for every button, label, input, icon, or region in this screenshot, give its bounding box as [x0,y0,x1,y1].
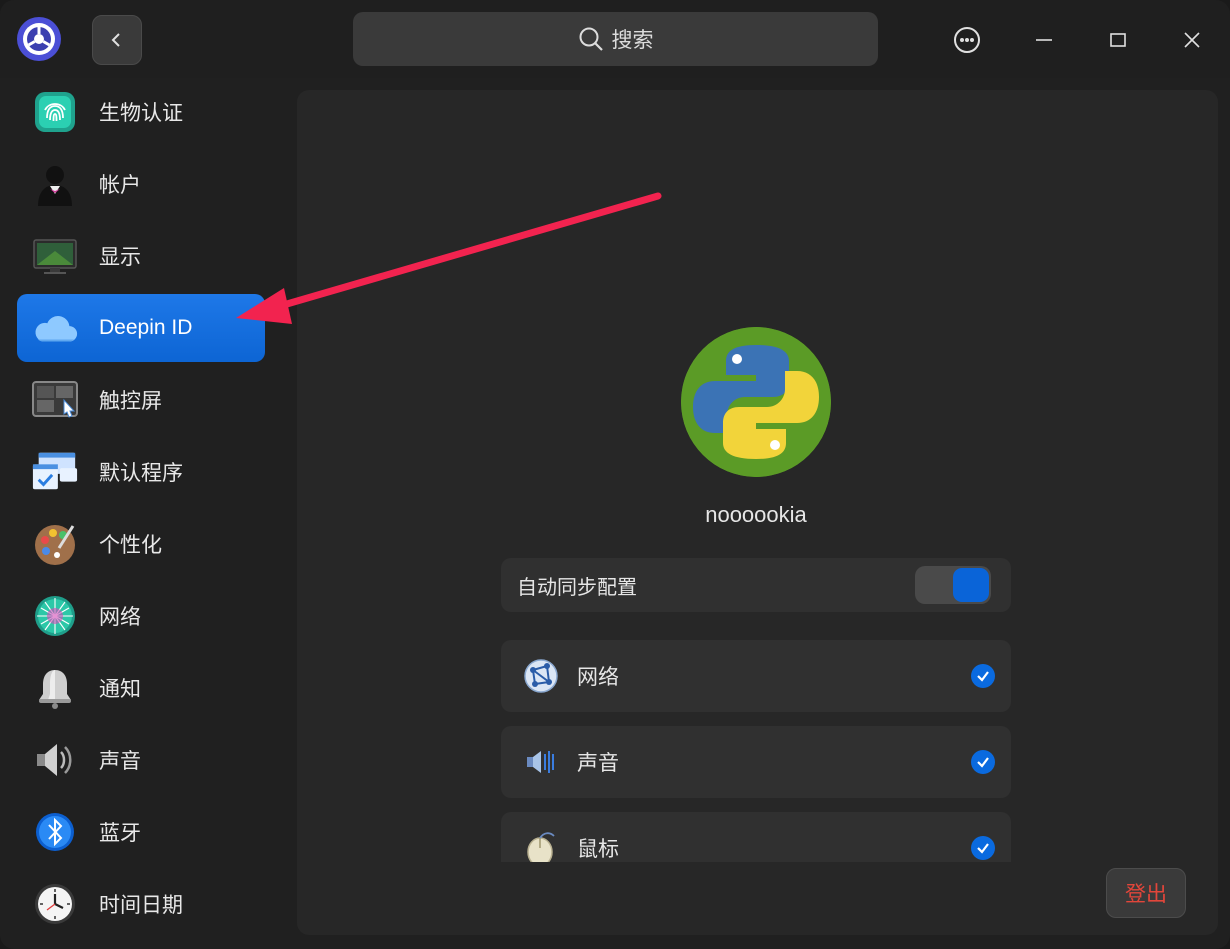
maximize-button[interactable] [1098,20,1138,60]
sync-item-sound[interactable]: 声音 [501,726,1011,798]
auto-sync-toggle[interactable] [915,566,991,604]
sync-items-list: 网络 声音 鼠标 [501,640,1011,862]
checkmark-icon[interactable] [971,836,995,860]
sidebar-item-bluetooth[interactable]: 蓝牙 [17,798,265,866]
sidebar-item-deepin-id[interactable]: Deepin ID [17,294,265,362]
auto-sync-row: 自动同步配置 [501,558,1011,612]
more-button[interactable] [947,20,987,60]
sync-item-mouse[interactable]: 鼠标 [501,812,1011,862]
account-icon [31,160,79,208]
back-icon [111,33,120,47]
auto-sync-label: 自动同步配置 [517,576,637,599]
control-center-icon [16,16,62,62]
title-bar: 搜索 [0,0,1230,78]
more-icon [954,27,980,53]
deepin-id-panel: noooookia 自动同步配置 网络 声音 鼠标 登出 [297,90,1218,935]
fingerprint-icon [31,88,79,136]
minimize-icon [1036,39,1052,41]
sidebar-item-biometric[interactable]: 生物认证 [17,78,265,146]
logout-button[interactable]: 登出 [1106,868,1186,918]
search-input[interactable]: 搜索 [353,12,878,66]
network-sync-icon [521,656,561,696]
sidebar-item-default-apps[interactable]: 默认程序 [17,438,265,506]
avatar[interactable] [681,327,831,477]
speaker-icon [31,736,79,784]
checkmark-icon[interactable] [971,750,995,774]
close-button[interactable] [1172,20,1212,60]
search-placeholder: 搜索 [611,29,654,52]
sidebar-item-personalization[interactable]: 个性化 [17,510,265,578]
network-icon [31,592,79,640]
display-icon [31,232,79,280]
checkmark-icon[interactable] [971,664,995,688]
toggle-knob [953,568,989,602]
cloud-icon [31,304,79,352]
sidebar-item-label: 时间日期 [99,894,183,917]
sync-item-label: 声音 [577,752,619,775]
touchscreen-icon [31,376,79,424]
close-icon [1184,32,1200,48]
minimize-button[interactable] [1024,20,1064,60]
default-apps-icon [31,448,79,496]
username: noooookia [705,502,807,527]
sidebar-item-datetime[interactable]: 时间日期 [17,870,265,938]
maximize-icon [1110,33,1126,47]
sidebar-item-sound[interactable]: 声音 [17,726,265,794]
sync-item-network[interactable]: 网络 [501,640,1011,712]
sidebar-item-label: 默认程序 [99,462,183,485]
sidebar: 生物认证 帐户 显示 Deepin ID 触控屏 默认程序 个性化 网络 通知 … [0,78,282,949]
sidebar-item-label: 触控屏 [99,390,162,413]
sidebar-item-label: 个性化 [99,534,162,557]
control-center-window: 搜索 生物认证 帐户 显示 Deepin ID 触控屏 默认程序 个性化 网络 … [0,0,1230,949]
search-icon [579,27,603,51]
sync-item-label: 网络 [577,666,619,689]
sidebar-item-account[interactable]: 帐户 [17,150,265,218]
palette-icon [31,520,79,568]
mouse-sync-icon [521,828,561,862]
sidebar-item-network[interactable]: 网络 [17,582,265,650]
sidebar-item-label: 声音 [99,750,141,773]
bluetooth-icon [31,808,79,856]
sidebar-item-touchscreen[interactable]: 触控屏 [17,366,265,434]
back-button[interactable] [92,15,142,65]
bell-icon [31,664,79,712]
sidebar-item-label: 蓝牙 [99,822,141,845]
sidebar-item-notification[interactable]: 通知 [17,654,265,722]
sound-sync-icon [521,742,561,782]
sidebar-item-display[interactable]: 显示 [17,222,265,290]
sync-item-label: 鼠标 [577,838,619,861]
sidebar-item-label: 通知 [99,678,141,701]
sidebar-item-label: 帐户 [99,174,141,197]
sidebar-item-label: 显示 [99,246,141,269]
clock-icon [31,880,79,928]
sidebar-item-label: 网络 [99,606,141,629]
sidebar-item-label: 生物认证 [99,102,183,125]
sidebar-item-label: Deepin ID [99,316,193,339]
